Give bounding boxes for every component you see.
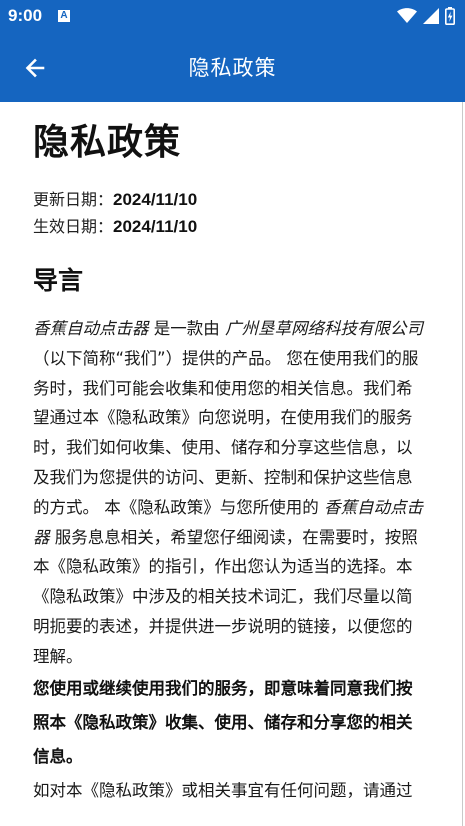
updated-date-row: 更新日期：2024/11/10 — [33, 186, 428, 213]
company-name: 广州垦草网络科技有限公司 — [225, 319, 423, 338]
status-bar-right — [397, 7, 455, 25]
intro-paragraph: 香蕉自动点击器 是一款由 广州垦草网络科技有限公司 （以下简称“我们”）提供的产… — [33, 314, 428, 672]
app-name: 香蕉自动点击器 — [33, 319, 149, 338]
signal-icon — [423, 8, 439, 24]
page-title: 隐私政策 — [33, 122, 182, 163]
battery-icon — [445, 7, 455, 25]
app-bar-title: 隐私政策 — [188, 56, 277, 80]
effective-label: 生效日期： — [33, 217, 114, 236]
status-time: 9:00 — [8, 6, 43, 25]
intro-text-3: 服务息息相关，希望您仔细阅读，在需要时，按照本《隐私政策》的指引，作出您认为适当… — [33, 527, 418, 666]
policy-content[interactable]: 隐私政策 更新日期：2024/11/10 生效日期：2024/11/10 导言 … — [0, 102, 463, 826]
notification-a-icon: A — [58, 10, 71, 22]
back-button[interactable] — [20, 53, 50, 83]
arrow-left-icon — [25, 58, 45, 78]
intro-text-1: 是一款由 — [148, 319, 225, 338]
contact-paragraph: 如对本《隐私政策》或相关事宜有任何问题，请通过 — [33, 780, 413, 800]
updated-date: 2024/11/10 — [113, 190, 198, 209]
updated-label: 更新日期： — [33, 190, 114, 209]
consent-paragraph: 您使用或继续使用我们的服务，即意味着同意我们按照本《隐私政策》收集、使用、储存和… — [33, 678, 413, 766]
section-title: 导言 — [33, 266, 84, 295]
status-bar: 9:00 A — [0, 0, 465, 32]
status-bar-left: 9:00 A — [8, 6, 71, 26]
effective-date-row: 生效日期：2024/11/10 — [33, 213, 428, 240]
effective-date: 2024/11/10 — [113, 217, 198, 236]
intro-text-2: （以下简称“我们”）提供的产品。 您在使用我们的服务时，我们可能会收集和使用您的… — [33, 348, 419, 517]
dates-block: 更新日期：2024/11/10 生效日期：2024/11/10 — [33, 186, 428, 240]
wifi-icon — [397, 8, 417, 23]
app-bar: 隐私政策 — [0, 32, 465, 102]
